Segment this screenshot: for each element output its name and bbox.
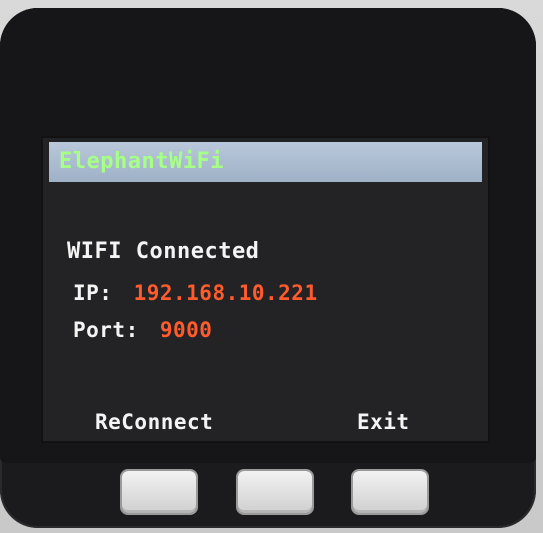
device-face: ElephantWiFi WIFI Connected IP: 192.168.… xyxy=(0,8,536,528)
app-title: ElephantWiFi xyxy=(59,149,224,174)
exit-softkey-label: Exit xyxy=(357,410,410,434)
reconnect-softkey-label: ReConnect xyxy=(95,410,214,434)
port-label: Port: xyxy=(73,318,139,342)
lcd-screen: ElephantWiFi WIFI Connected IP: 192.168.… xyxy=(43,138,488,441)
port-value: 9000 xyxy=(159,318,213,342)
title-bar: ElephantWiFi xyxy=(49,142,482,182)
wifi-status-text: WIFI Connected xyxy=(67,239,260,264)
middle-button[interactable] xyxy=(238,471,312,513)
reconnect-button[interactable] xyxy=(122,471,196,513)
ip-row: IP: 192.168.10.221 xyxy=(73,281,318,305)
ip-label: IP: xyxy=(73,281,113,305)
device-shell: ElephantWiFi WIFI Connected IP: 192.168.… xyxy=(0,0,543,533)
port-row: Port: 9000 xyxy=(73,318,212,342)
exit-button[interactable] xyxy=(353,471,427,513)
ip-value: 192.168.10.221 xyxy=(133,281,318,305)
